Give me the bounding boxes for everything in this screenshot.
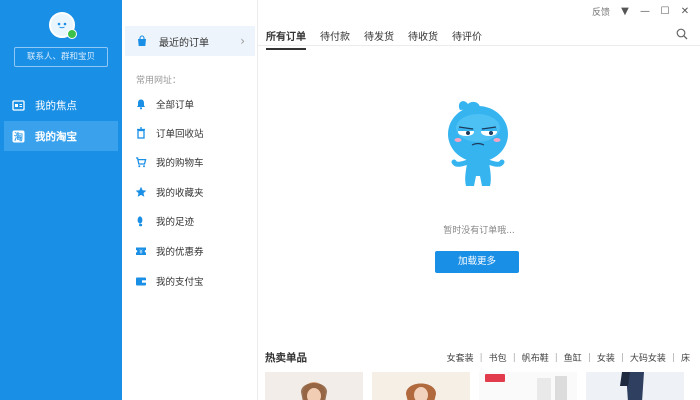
taobao-icon: 淘 (12, 130, 25, 143)
hot-tags: 女套装 | 书包 | 帆布鞋 | 鱼缸 | 女装 | 大码女装 | 床 (447, 351, 690, 365)
tag-separator: | (620, 352, 624, 363)
tab-divider (258, 45, 700, 46)
bell-icon (135, 98, 147, 110)
nav-item-coupons[interactable]: ¥ 我的优惠券 (135, 243, 204, 259)
contact-search-input[interactable]: 联系人、群和宝贝 (14, 47, 108, 67)
hot-products (265, 372, 684, 400)
order-tabs: 所有订单 待付款 待发货 待收货 待评价 (266, 28, 482, 50)
sidebar-item-my-taobao[interactable]: 淘 我的淘宝 (4, 121, 118, 151)
tag-separator: | (587, 352, 591, 363)
main-panel: 反馈 ▼ — ☐ ✕ 所有订单 待付款 待发货 待收货 待评价 暂时没有订单哦.… (258, 0, 700, 400)
online-status-icon (67, 29, 77, 39)
tag-separator: | (554, 352, 558, 363)
load-more-button[interactable]: 加载更多 (435, 251, 519, 273)
dropdown-triangle-icon[interactable]: ▼ (620, 6, 630, 17)
nav-item-favorites[interactable]: 我的收藏夹 (135, 184, 204, 200)
secondary-nav: 最近的订单 › 常用网址： 全部订单 订单回收站 我的购物车 我的收藏夹 我的足… (122, 0, 258, 400)
hot-tag[interactable]: 大码女装 (630, 351, 666, 364)
nav-item-label: 我的足迹 (156, 217, 195, 228)
nav-item-alipay[interactable]: 我的支付宝 (135, 273, 204, 289)
section-title: 常用网址： (136, 76, 182, 86)
hot-tag[interactable]: 女装 (597, 351, 615, 364)
tab-pending-payment[interactable]: 待付款 (320, 28, 350, 50)
tab-pending-receipt[interactable]: 待收货 (408, 28, 438, 50)
sidebar-item-label: 我的焦点 (35, 99, 77, 112)
hot-tag[interactable]: 帆布鞋 (522, 351, 549, 364)
hot-items-title: 热卖单品 (265, 352, 307, 364)
nav-item-label: 我的支付宝 (156, 277, 204, 288)
footprint-icon (135, 215, 147, 227)
window-controls: 反馈 ▼ — ☐ ✕ (592, 5, 690, 18)
tag-separator: | (671, 352, 675, 363)
tag-separator: | (479, 352, 483, 363)
hot-tag[interactable]: 书包 (489, 351, 507, 364)
wallet-icon (135, 275, 147, 287)
maximize-icon[interactable]: ☐ (660, 6, 670, 17)
nav-item-label: 我的购物车 (156, 158, 204, 169)
nav-item-recycle-bin[interactable]: 订单回收站 (135, 125, 204, 141)
app-window: 联系人、群和宝贝 我的焦点 淘 我的淘宝 最近的订单 › 常用网址： 全部订单 (0, 0, 700, 400)
empty-mascot-illustration (448, 101, 508, 186)
product-thumbnail[interactable] (265, 372, 363, 400)
svg-text:淘: 淘 (14, 131, 23, 143)
tab-pending-review[interactable]: 待评价 (452, 28, 482, 50)
cart-icon (135, 156, 147, 168)
tab-all-orders[interactable]: 所有订单 (266, 28, 306, 50)
trash-icon (135, 127, 147, 139)
hot-tag[interactable]: 床 (681, 351, 690, 364)
tab-pending-shipment[interactable]: 待发货 (364, 28, 394, 50)
empty-orders-message: 暂时没有订单哦... (443, 226, 515, 236)
feedback-link[interactable]: 反馈 (592, 5, 610, 18)
product-thumbnail[interactable] (479, 372, 577, 400)
svg-text:¥: ¥ (139, 250, 143, 256)
search-icon[interactable] (676, 28, 688, 40)
nav-item-label: 全部订单 (156, 100, 195, 111)
chevron-right-icon: › (240, 34, 245, 48)
product-thumbnail[interactable] (586, 372, 684, 400)
nav-item-label: 我的优惠券 (156, 247, 204, 258)
nav-item-all-orders[interactable]: 全部订单 (135, 96, 194, 112)
nav-item-label: 订单回收站 (156, 129, 204, 140)
close-icon[interactable]: ✕ (680, 6, 690, 17)
star-icon (135, 186, 147, 198)
recent-orders-label: 最近的订单 (159, 37, 209, 49)
mascot-face-icon (57, 22, 67, 29)
hot-tag[interactable]: 女套装 (447, 351, 474, 364)
sidebar-item-focus[interactable]: 我的焦点 (0, 90, 122, 120)
product-thumbnail[interactable] (372, 372, 470, 400)
shopping-bag-icon (136, 35, 148, 47)
left-sidebar: 联系人、群和宝贝 我的焦点 淘 我的淘宝 (0, 0, 122, 400)
tag-separator: | (512, 352, 516, 363)
recent-orders-item[interactable]: 最近的订单 › (125, 26, 255, 56)
minimize-icon[interactable]: — (640, 6, 650, 17)
avatar[interactable] (49, 12, 77, 39)
nav-item-footprints[interactable]: 我的足迹 (135, 213, 194, 229)
hot-tag[interactable]: 鱼缸 (564, 351, 582, 364)
nav-item-label: 我的收藏夹 (156, 188, 204, 199)
sidebar-item-label: 我的淘宝 (35, 130, 77, 143)
card-icon (12, 99, 25, 112)
coupon-icon: ¥ (135, 245, 147, 257)
nav-item-cart[interactable]: 我的购物车 (135, 154, 204, 170)
